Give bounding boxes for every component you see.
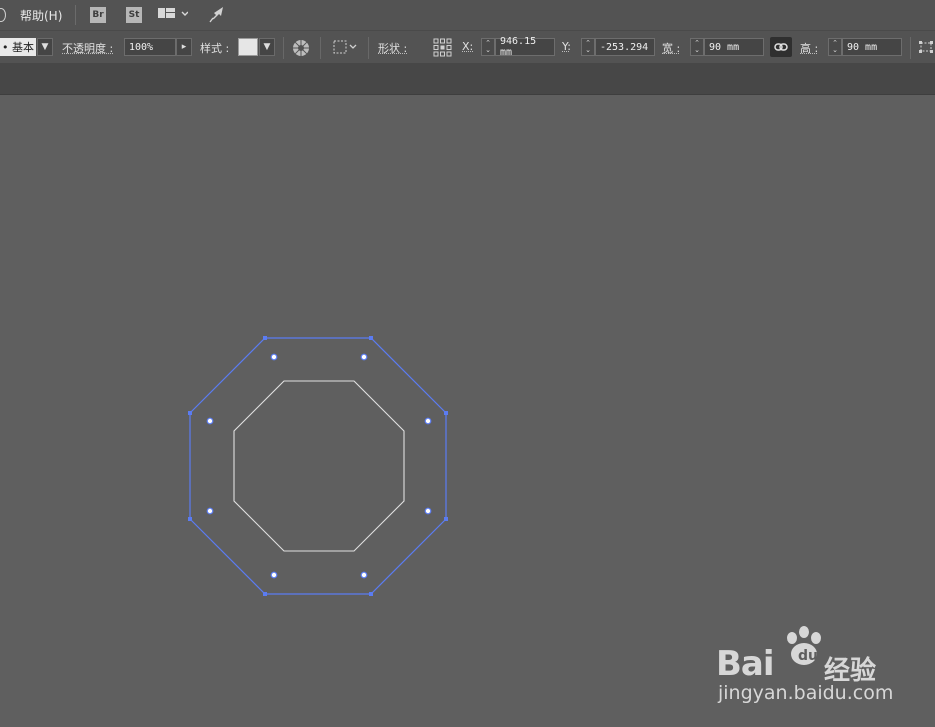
opacity-label[interactable]: 不透明度 : [62, 40, 113, 56]
watermark-url: jingyan.baidu.com [718, 682, 894, 704]
anchor-points[interactable] [188, 336, 448, 596]
y-stepper[interactable]: ⌃ ⌄ [581, 38, 595, 56]
opacity-field[interactable]: 100% [124, 38, 176, 56]
graphic-style-swatch[interactable] [238, 38, 258, 56]
width-stepper[interactable]: ⌃ ⌄ [690, 38, 704, 56]
stroke-profile-select[interactable]: • 基本 [0, 38, 36, 56]
reference-point-icon[interactable] [433, 38, 452, 57]
height-stepper[interactable]: ⌃ ⌄ [828, 38, 842, 56]
width-label[interactable]: 宽 : [662, 40, 680, 56]
width-field[interactable]: 90 mm [704, 38, 764, 56]
height-field[interactable]: 90 mm [842, 38, 902, 56]
style-label: 样式 : [200, 42, 230, 55]
y-label[interactable]: Y: [562, 40, 571, 53]
x-field[interactable]: 946.15 mm [495, 36, 555, 58]
document-tab-strip [0, 64, 935, 95]
watermark-brand: Bai [716, 644, 775, 684]
x-label[interactable]: X: [462, 40, 473, 53]
height-label[interactable]: 高 : [800, 40, 818, 56]
baidu-jingyan-watermark: du Bai 经验 jingyan.baidu.com [716, 624, 916, 714]
chevron-right-icon[interactable]: ▸ [176, 38, 192, 56]
transform-icon[interactable] [918, 40, 934, 54]
inner-octagon[interactable] [233, 380, 405, 552]
y-field[interactable]: -253.294 [595, 38, 655, 56]
rocket-icon[interactable] [208, 5, 228, 23]
chevron-down-icon[interactable]: ▼ [259, 38, 275, 56]
paw-logo-icon: du [787, 626, 821, 665]
menu-help[interactable]: 帮助(H) [20, 7, 62, 24]
divider [910, 37, 911, 59]
corner-widgets[interactable] [206, 353, 432, 579]
svg-text:du: du [798, 648, 818, 664]
divider [368, 37, 369, 59]
workspace-layout-icon[interactable] [158, 7, 188, 21]
align-to-selection-icon[interactable] [333, 40, 359, 54]
outer-octagon[interactable] [189, 337, 447, 595]
control-bar: • 基本 ▼ 不透明度 : 100% ▸ 样式 : ▼ 形状 : X: ⌃ ⌄ 9… [0, 31, 935, 64]
divider [283, 37, 284, 59]
divider [320, 37, 321, 59]
recolor-artwork-icon[interactable] [292, 39, 310, 57]
constrain-proportions-button[interactable] [770, 37, 792, 57]
shape-label[interactable]: 形状 : [378, 40, 407, 56]
menu-divider [75, 5, 76, 25]
chevron-down-icon[interactable]: ▼ [37, 38, 53, 56]
menu-edge-icon [0, 8, 6, 22]
bridge-button[interactable]: Br [90, 7, 106, 23]
menu-bar: 帮助(H) Br St [0, 0, 935, 31]
link-icon [774, 43, 788, 51]
stock-button[interactable]: St [126, 7, 142, 23]
x-stepper[interactable]: ⌃ ⌄ [481, 38, 495, 56]
